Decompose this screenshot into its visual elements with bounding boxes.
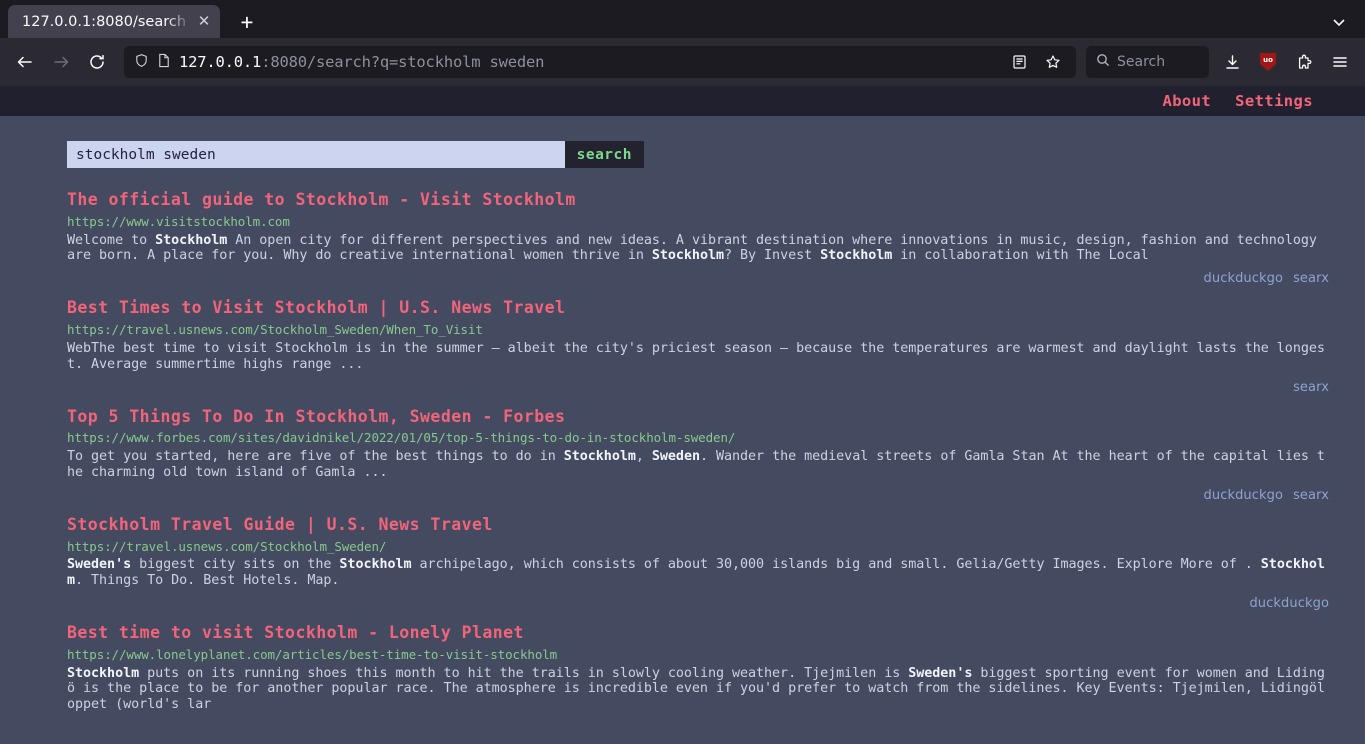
shield-icon[interactable] <box>134 53 149 72</box>
extensions-icon[interactable] <box>1287 45 1321 79</box>
result-url[interactable]: https://www.forbes.com/sites/davidnikel/… <box>67 430 1329 447</box>
back-icon[interactable] <box>8 45 42 79</box>
ublock-badge: uo <box>1260 53 1276 71</box>
downloads-icon[interactable] <box>1215 45 1249 79</box>
result-url[interactable]: https://travel.usnews.com/Stockholm_Swed… <box>67 539 1329 556</box>
page-info-icon[interactable] <box>157 53 171 72</box>
result-engines: searx <box>67 373 1329 395</box>
result-snippet: To get you started, here are five of the… <box>67 449 1325 480</box>
site-header: About Settings <box>0 86 1365 116</box>
engine-tag: duckduckgo <box>1249 596 1329 611</box>
browser-tab[interactable]: 127.0.0.1:8080/search ✕ <box>8 5 220 38</box>
bookmark-star-icon[interactable] <box>1038 48 1068 76</box>
result-title[interactable]: Stockholm Travel Guide | U.S. News Trave… <box>67 513 1329 538</box>
url-host: 127.0.0.1 <box>179 53 262 71</box>
app-menu-icon[interactable] <box>1323 45 1357 79</box>
nav-link-settings[interactable]: Settings <box>1235 92 1313 110</box>
engine-tag: searx <box>1293 379 1329 395</box>
search-icon <box>1096 53 1110 71</box>
browser-search-placeholder: Search <box>1117 54 1166 70</box>
close-icon[interactable]: ✕ <box>194 12 214 32</box>
url-text: 127.0.0.1:8080/search?q=stockholm sweden <box>179 53 996 71</box>
result-engines: duckduckgo searx <box>67 481 1329 503</box>
result-snippet: WebThe best time to visit Stockholm is i… <box>67 340 1325 372</box>
result-title[interactable]: Best time to visit Stockholm - Lonely Pl… <box>67 621 1329 646</box>
result-engines: duckduckgo searx <box>67 264 1329 286</box>
result-item: Top 5 Things To Do In Stockholm, Sweden … <box>67 405 1329 503</box>
result-url[interactable]: https://travel.usnews.com/Stockholm_Swed… <box>67 322 1329 339</box>
engine-tag: searx <box>1293 487 1329 503</box>
new-tab-button[interactable]: + <box>229 5 265 38</box>
result-item: Best time to visit Stockholm - Lonely Pl… <box>67 621 1329 720</box>
results-list: The official guide to Stockholm - Visit … <box>0 188 1365 720</box>
url-rest: :8080/search?q=stockholm sweden <box>261 53 545 71</box>
navigation-toolbar: 127.0.0.1:8080/search?q=stockholm sweden… <box>0 38 1365 86</box>
tab-strip: 127.0.0.1:8080/search ✕ + <box>0 0 1365 38</box>
reload-icon[interactable] <box>80 45 114 79</box>
page-content: About Settings search The official guide… <box>0 86 1365 744</box>
result-title[interactable]: Best Times to Visit Stockholm | U.S. New… <box>67 296 1329 321</box>
nav-link-about[interactable]: About <box>1162 92 1211 110</box>
result-item: Best Times to Visit Stockholm | U.S. New… <box>67 296 1329 394</box>
browser-search-box[interactable]: Search <box>1086 46 1209 78</box>
result-title[interactable]: Top 5 Things To Do In Stockholm, Sweden … <box>67 405 1329 430</box>
url-bar-actions <box>1004 48 1068 76</box>
result-item: The official guide to Stockholm - Visit … <box>67 188 1329 286</box>
result-title[interactable]: The official guide to Stockholm - Visit … <box>67 188 1329 213</box>
result-snippet: Stockholm puts on its running shoes this… <box>67 665 1325 713</box>
result-engines <box>67 713 1329 720</box>
result-engines: duckduckgo <box>67 589 1329 611</box>
engine-tag: searx <box>1293 271 1329 287</box>
url-bar[interactable]: 127.0.0.1:8080/search?q=stockholm sweden <box>124 46 1076 78</box>
result-snippet: Welcome to Stockholm An open city for di… <box>67 232 1317 264</box>
result-item: Stockholm Travel Guide | U.S. News Trave… <box>67 513 1329 611</box>
result-url[interactable]: https://www.lonelyplanet.com/articles/be… <box>67 647 1329 664</box>
reader-view-icon[interactable] <box>1004 48 1034 76</box>
engine-tag: duckduckgo <box>1203 271 1284 287</box>
list-all-tabs-icon[interactable] <box>1319 5 1359 38</box>
tab-title: 127.0.0.1:8080/search <box>22 13 187 30</box>
ublock-origin-icon[interactable]: uo <box>1251 45 1285 79</box>
engine-tag: duckduckgo <box>1203 487 1284 503</box>
search-form: search <box>67 141 644 168</box>
search-input[interactable] <box>67 141 565 168</box>
result-url[interactable]: https://www.visitstockholm.com <box>67 214 1329 231</box>
forward-icon[interactable] <box>44 45 78 79</box>
result-snippet: Sweden's biggest city sits on the Stockh… <box>67 557 1325 589</box>
search-button[interactable]: search <box>564 141 644 168</box>
